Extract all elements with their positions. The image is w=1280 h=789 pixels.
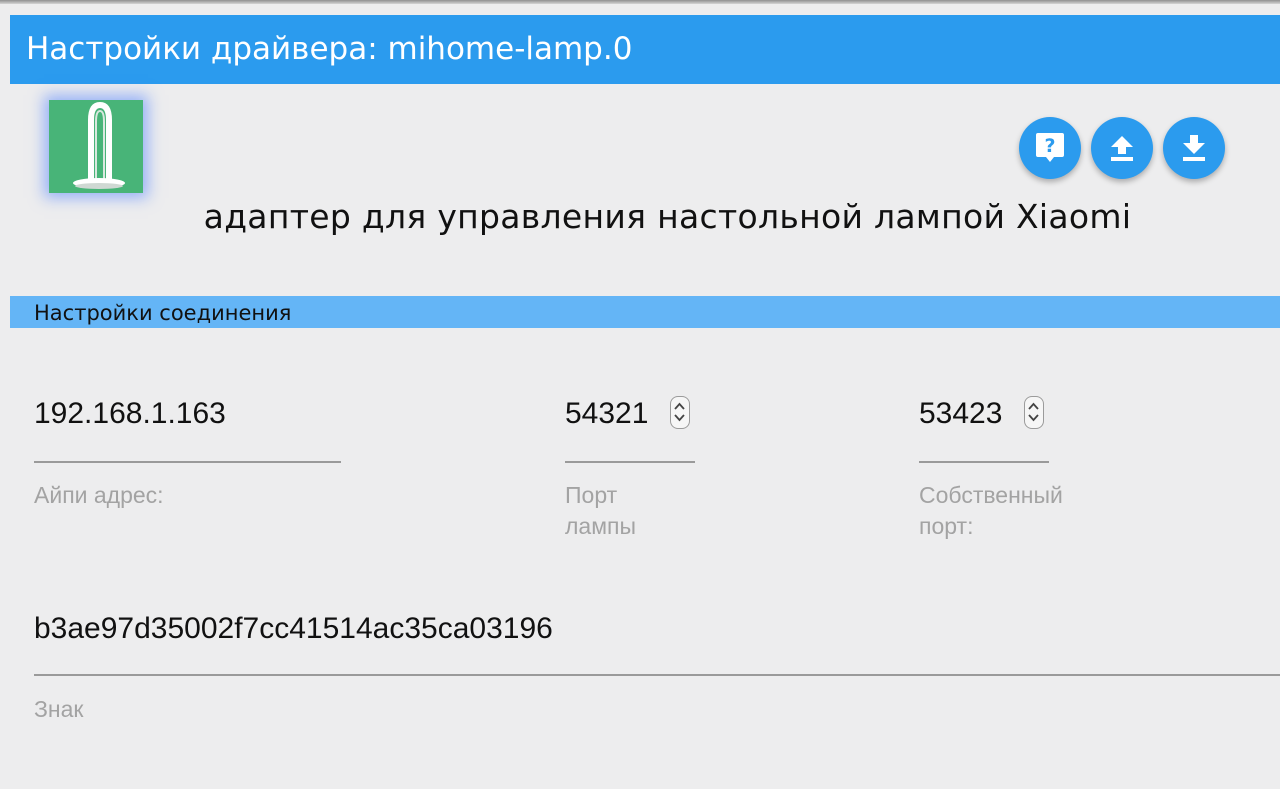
ip-address-label: Айпи адрес:	[34, 482, 164, 508]
token-label: Знак	[34, 696, 84, 722]
desk-lamp-logo-icon	[73, 101, 125, 189]
lamp-port-input[interactable]: 54321	[565, 397, 648, 431]
lamp-port-underline	[565, 461, 695, 463]
help-button[interactable]: ?	[1019, 117, 1081, 179]
own-port-input[interactable]: 53423	[919, 397, 1002, 431]
own-port-underline	[919, 461, 1049, 463]
stepper-arrows-icon	[1028, 402, 1039, 422]
download-icon	[1183, 135, 1205, 161]
own-port-label-line1: Собственный	[919, 482, 1063, 508]
adapter-description: адаптер для управления настольной лампой…	[203, 197, 1132, 236]
help-icon: ?	[1036, 133, 1064, 162]
upload-icon	[1111, 136, 1133, 161]
own-port-label: Собственный порт:	[919, 480, 1063, 542]
ip-address-underline	[34, 461, 341, 463]
token-input[interactable]: b3ae97d35002f7cc41514ac35ca03196	[34, 612, 553, 646]
lamp-port-label-line1: Порт	[565, 482, 618, 508]
token-underline	[34, 674, 1280, 676]
svg-text:?: ?	[1044, 135, 1055, 157]
section-title: Настройки соединения	[34, 301, 292, 325]
download-button[interactable]	[1163, 117, 1225, 179]
adapter-logo	[49, 100, 143, 193]
lamp-port-stepper[interactable]	[670, 396, 690, 429]
own-port-label-line2: порт:	[919, 513, 974, 539]
lamp-port-label: Порт лампы	[565, 480, 636, 542]
own-port-stepper[interactable]	[1024, 396, 1044, 429]
ip-address-input[interactable]: 192.168.1.163	[34, 397, 226, 431]
connection-settings-header: Настройки соединения	[10, 296, 1280, 328]
lamp-port-label-line2: лампы	[565, 513, 637, 539]
page-title: Настройки драйвера: mihome-lamp.0	[26, 31, 633, 67]
upload-button[interactable]	[1091, 117, 1153, 179]
stepper-arrows-icon	[674, 402, 685, 422]
settings-title-bar: Настройки драйвера: mihome-lamp.0	[10, 15, 1280, 84]
window-top-border	[0, 0, 1280, 4]
